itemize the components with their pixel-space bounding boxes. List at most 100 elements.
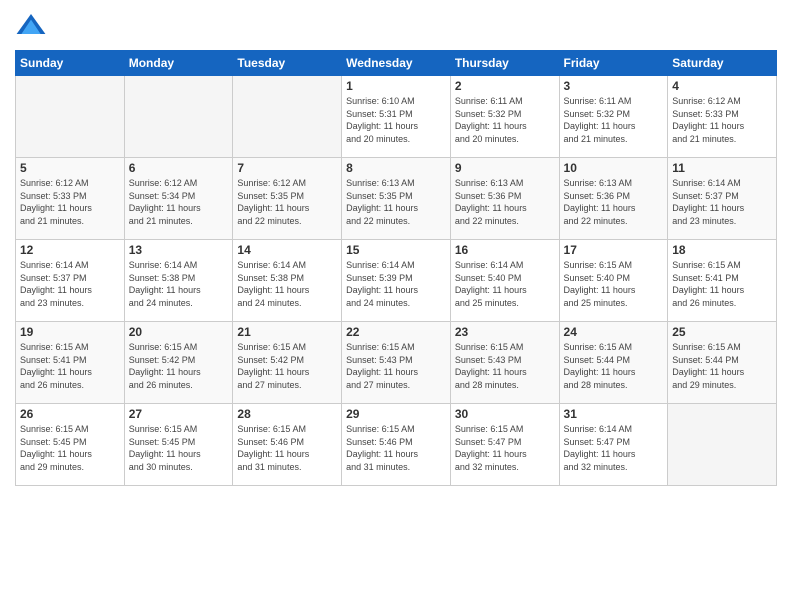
- day-number: 26: [20, 407, 120, 421]
- calendar-day: [16, 76, 125, 158]
- day-info: Sunrise: 6:15 AM Sunset: 5:40 PM Dayligh…: [564, 259, 664, 309]
- day-number: 14: [237, 243, 337, 257]
- calendar-day: 28 Sunrise: 6:15 AM Sunset: 5:46 PM Dayli…: [233, 404, 342, 486]
- day-info: Sunrise: 6:13 AM Sunset: 5:36 PM Dayligh…: [455, 177, 555, 227]
- calendar-day: 27 Sunrise: 6:15 AM Sunset: 5:45 PM Dayli…: [124, 404, 233, 486]
- day-number: 2: [455, 79, 555, 93]
- day-number: 19: [20, 325, 120, 339]
- calendar-day: 7Sunrise: 6:12 AM Sunset: 5:35 PM Daylig…: [233, 158, 342, 240]
- calendar-day: 26 Sunrise: 6:15 AM Sunset: 5:45 PM Dayli…: [16, 404, 125, 486]
- col-header-wednesday: Wednesday: [342, 51, 451, 76]
- day-number: 23: [455, 325, 555, 339]
- calendar-day: 21 Sunrise: 6:15 AM Sunset: 5:42 PM Dayli…: [233, 322, 342, 404]
- day-info: Sunrise: 6:14 AM Sunset: 5:37 PM Dayligh…: [672, 177, 772, 227]
- day-number: 10: [564, 161, 664, 175]
- day-info: Sunrise: 6:10 AM Sunset: 5:31 PM Dayligh…: [346, 95, 446, 145]
- day-number: 17: [564, 243, 664, 257]
- calendar-week-5: 26 Sunrise: 6:15 AM Sunset: 5:45 PM Dayli…: [16, 404, 777, 486]
- day-info: Sunrise: 6:15 AM Sunset: 5:41 PM Dayligh…: [672, 259, 772, 309]
- day-number: 22: [346, 325, 446, 339]
- day-info: Sunrise: 6:14 AM Sunset: 5:40 PM Dayligh…: [455, 259, 555, 309]
- day-info: Sunrise: 6:11 AM Sunset: 5:32 PM Dayligh…: [564, 95, 664, 145]
- calendar-day: [668, 404, 777, 486]
- day-info: Sunrise: 6:15 AM Sunset: 5:46 PM Dayligh…: [237, 423, 337, 473]
- day-number: 21: [237, 325, 337, 339]
- day-info: Sunrise: 6:12 AM Sunset: 5:35 PM Dayligh…: [237, 177, 337, 227]
- day-number: 9: [455, 161, 555, 175]
- day-info: Sunrise: 6:14 AM Sunset: 5:38 PM Dayligh…: [237, 259, 337, 309]
- calendar-day: 8Sunrise: 6:13 AM Sunset: 5:35 PM Daylig…: [342, 158, 451, 240]
- day-info: Sunrise: 6:12 AM Sunset: 5:33 PM Dayligh…: [672, 95, 772, 145]
- calendar-day: 10 Sunrise: 6:13 AM Sunset: 5:36 PM Dayli…: [559, 158, 668, 240]
- day-info: Sunrise: 6:14 AM Sunset: 5:47 PM Dayligh…: [564, 423, 664, 473]
- calendar-day: 19 Sunrise: 6:15 AM Sunset: 5:41 PM Dayli…: [16, 322, 125, 404]
- day-info: Sunrise: 6:14 AM Sunset: 5:38 PM Dayligh…: [129, 259, 229, 309]
- calendar-day: 18 Sunrise: 6:15 AM Sunset: 5:41 PM Dayli…: [668, 240, 777, 322]
- day-number: 28: [237, 407, 337, 421]
- day-number: 25: [672, 325, 772, 339]
- day-number: 15: [346, 243, 446, 257]
- col-header-sunday: Sunday: [16, 51, 125, 76]
- day-info: Sunrise: 6:15 AM Sunset: 5:45 PM Dayligh…: [20, 423, 120, 473]
- day-info: Sunrise: 6:15 AM Sunset: 5:46 PM Dayligh…: [346, 423, 446, 473]
- calendar-day: 15Sunrise: 6:14 AM Sunset: 5:39 PM Dayli…: [342, 240, 451, 322]
- day-number: 29: [346, 407, 446, 421]
- calendar-day: [124, 76, 233, 158]
- col-header-monday: Monday: [124, 51, 233, 76]
- day-info: Sunrise: 6:12 AM Sunset: 5:33 PM Dayligh…: [20, 177, 120, 227]
- calendar-day: 17 Sunrise: 6:15 AM Sunset: 5:40 PM Dayli…: [559, 240, 668, 322]
- calendar-day: 3 Sunrise: 6:11 AM Sunset: 5:32 PM Daylig…: [559, 76, 668, 158]
- day-info: Sunrise: 6:15 AM Sunset: 5:43 PM Dayligh…: [455, 341, 555, 391]
- day-info: Sunrise: 6:15 AM Sunset: 5:41 PM Dayligh…: [20, 341, 120, 391]
- day-number: 5: [20, 161, 120, 175]
- day-number: 31: [564, 407, 664, 421]
- day-number: 13: [129, 243, 229, 257]
- col-header-thursday: Thursday: [450, 51, 559, 76]
- calendar-day: 24 Sunrise: 6:15 AM Sunset: 5:44 PM Dayli…: [559, 322, 668, 404]
- calendar-day: 20Sunrise: 6:15 AM Sunset: 5:42 PM Dayli…: [124, 322, 233, 404]
- day-info: Sunrise: 6:15 AM Sunset: 5:45 PM Dayligh…: [129, 423, 229, 473]
- day-number: 3: [564, 79, 664, 93]
- day-info: Sunrise: 6:15 AM Sunset: 5:44 PM Dayligh…: [672, 341, 772, 391]
- day-number: 16: [455, 243, 555, 257]
- calendar-day: [233, 76, 342, 158]
- day-number: 18: [672, 243, 772, 257]
- calendar-week-2: 5 Sunrise: 6:12 AM Sunset: 5:33 PM Daylig…: [16, 158, 777, 240]
- col-header-tuesday: Tuesday: [233, 51, 342, 76]
- calendar-day: 6 Sunrise: 6:12 AM Sunset: 5:34 PM Daylig…: [124, 158, 233, 240]
- calendar-day: 14 Sunrise: 6:14 AM Sunset: 5:38 PM Dayli…: [233, 240, 342, 322]
- day-number: 6: [129, 161, 229, 175]
- day-info: Sunrise: 6:15 AM Sunset: 5:44 PM Dayligh…: [564, 341, 664, 391]
- calendar-day: 31 Sunrise: 6:14 AM Sunset: 5:47 PM Dayli…: [559, 404, 668, 486]
- calendar-day: 12 Sunrise: 6:14 AM Sunset: 5:37 PM Dayli…: [16, 240, 125, 322]
- day-info: Sunrise: 6:14 AM Sunset: 5:37 PM Dayligh…: [20, 259, 120, 309]
- page-header: [15, 10, 777, 42]
- day-info: Sunrise: 6:12 AM Sunset: 5:34 PM Dayligh…: [129, 177, 229, 227]
- day-number: 20: [129, 325, 229, 339]
- day-number: 24: [564, 325, 664, 339]
- col-header-friday: Friday: [559, 51, 668, 76]
- day-info: Sunrise: 6:13 AM Sunset: 5:36 PM Dayligh…: [564, 177, 664, 227]
- day-number: 12: [20, 243, 120, 257]
- header-row: SundayMondayTuesdayWednesdayThursdayFrid…: [16, 51, 777, 76]
- calendar-week-1: 1 Sunrise: 6:10 AM Sunset: 5:31 PM Daylig…: [16, 76, 777, 158]
- calendar-day: 9 Sunrise: 6:13 AM Sunset: 5:36 PM Daylig…: [450, 158, 559, 240]
- calendar-day: 30 Sunrise: 6:15 AM Sunset: 5:47 PM Dayli…: [450, 404, 559, 486]
- calendar-day: 25 Sunrise: 6:15 AM Sunset: 5:44 PM Dayli…: [668, 322, 777, 404]
- calendar-day: 13 Sunrise: 6:14 AM Sunset: 5:38 PM Dayli…: [124, 240, 233, 322]
- calendar-day: 2 Sunrise: 6:11 AM Sunset: 5:32 PM Daylig…: [450, 76, 559, 158]
- page-container: SundayMondayTuesdayWednesdayThursdayFrid…: [0, 0, 792, 496]
- day-number: 30: [455, 407, 555, 421]
- day-info: Sunrise: 6:11 AM Sunset: 5:32 PM Dayligh…: [455, 95, 555, 145]
- day-number: 27: [129, 407, 229, 421]
- calendar-day: 29 Sunrise: 6:15 AM Sunset: 5:46 PM Dayli…: [342, 404, 451, 486]
- calendar-week-4: 19 Sunrise: 6:15 AM Sunset: 5:41 PM Dayli…: [16, 322, 777, 404]
- day-number: 4: [672, 79, 772, 93]
- calendar-day: 1 Sunrise: 6:10 AM Sunset: 5:31 PM Daylig…: [342, 76, 451, 158]
- day-info: Sunrise: 6:15 AM Sunset: 5:47 PM Dayligh…: [455, 423, 555, 473]
- day-number: 1: [346, 79, 446, 93]
- logo-icon: [15, 10, 47, 42]
- day-info: Sunrise: 6:15 AM Sunset: 5:42 PM Dayligh…: [237, 341, 337, 391]
- day-number: 11: [672, 161, 772, 175]
- day-number: 8: [346, 161, 446, 175]
